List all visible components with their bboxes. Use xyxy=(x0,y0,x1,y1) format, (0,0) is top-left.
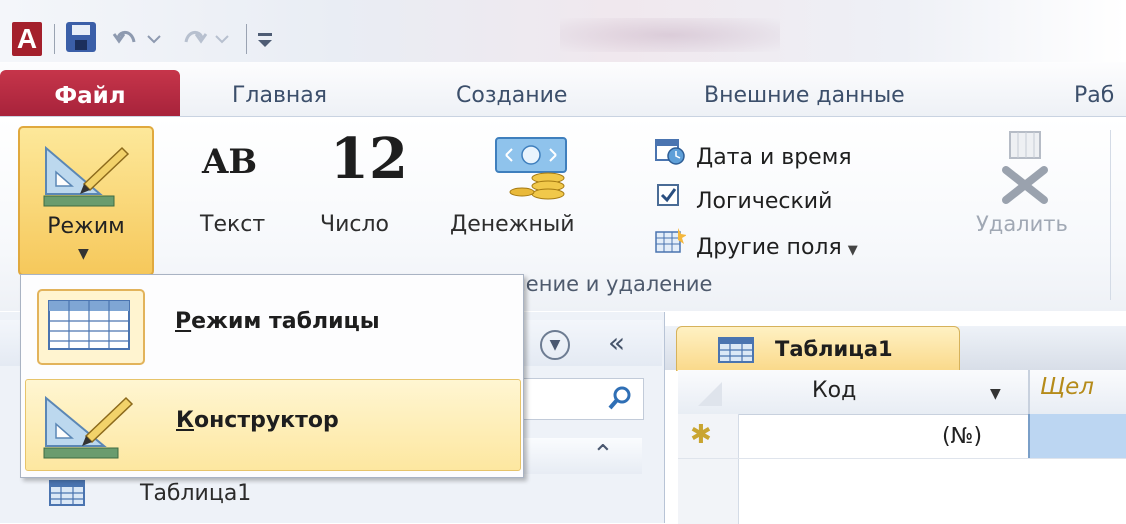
number-field-icon: 12 xyxy=(330,126,408,192)
menu-item-label: Режим таблицы xyxy=(175,309,380,334)
text-field-button[interactable]: AB Текст xyxy=(194,122,294,262)
undo-icon xyxy=(112,31,161,44)
datetime-field-button[interactable]: Дата и время xyxy=(654,136,852,176)
number-field-label: Число xyxy=(320,212,389,237)
view-mode-label: Режим xyxy=(47,214,125,239)
grid-line xyxy=(678,458,1126,459)
view-mode-menu: Режим таблицы Конструктор xyxy=(20,274,524,478)
calendar-clock-icon xyxy=(654,136,686,180)
tab-create[interactable]: Создание xyxy=(456,76,567,116)
redo-button[interactable] xyxy=(178,20,238,56)
table-icon xyxy=(717,335,757,369)
save-button[interactable] xyxy=(66,20,98,56)
design-view-icon xyxy=(40,386,144,466)
menu-item-datasheet-view[interactable]: Режим таблицы xyxy=(25,281,519,371)
column-header-add-field[interactable]: Щел xyxy=(1040,374,1094,400)
chevron-down-icon: ▼ xyxy=(847,243,858,258)
select-all-corner[interactable] xyxy=(678,370,738,414)
currency-icon xyxy=(492,134,584,204)
table-plus-icon xyxy=(654,226,687,270)
boolean-field-label: Логический xyxy=(696,189,833,214)
save-icon xyxy=(66,22,96,52)
tab-home[interactable]: Главная xyxy=(232,76,327,116)
redo-icon xyxy=(184,31,229,44)
tab-table1[interactable]: Таблица1 xyxy=(676,326,960,371)
tab-external-data[interactable]: Внешние данные xyxy=(704,76,905,116)
qat-separator xyxy=(54,24,55,54)
datetime-field-label: Дата и время xyxy=(696,145,852,170)
text-field-icon: AB xyxy=(202,142,258,182)
undo-button[interactable] xyxy=(112,20,172,56)
other-fields-label: Другие поля xyxy=(696,235,842,260)
text-field-label: Текст xyxy=(200,212,266,237)
customize-icon xyxy=(258,33,272,47)
selected-cell[interactable] xyxy=(1028,414,1126,458)
new-record-icon[interactable]: ✱ xyxy=(690,420,712,450)
nav-menu-dropdown[interactable]: ▼ xyxy=(540,330,570,360)
table-icon xyxy=(48,478,88,512)
collapse-pane-icon[interactable]: « xyxy=(608,326,625,359)
view-mode-button[interactable]: Режим ▼ xyxy=(18,126,154,276)
tab-file[interactable]: Файл xyxy=(0,70,180,120)
autonumber-cell[interactable]: (№) xyxy=(942,424,982,449)
delete-column-icon xyxy=(992,130,1062,210)
nav-item-table1[interactable]: Таблица1 xyxy=(48,472,648,516)
number-field-button[interactable]: 12 Число xyxy=(316,122,426,262)
datasheet-view-icon xyxy=(37,289,145,365)
access-logo[interactable]: A xyxy=(12,22,42,56)
chevron-down-icon: ▼ xyxy=(78,246,89,262)
chevron-down-icon[interactable]: ▼ xyxy=(990,386,1001,402)
menu-item-label: Конструктор xyxy=(176,408,339,433)
delete-field-button[interactable]: Удалить xyxy=(970,122,1082,262)
document-tab-label: Таблица1 xyxy=(775,337,893,361)
customize-qat-button[interactable] xyxy=(254,20,278,56)
currency-field-button[interactable]: Денежный xyxy=(448,122,632,262)
currency-field-label: Денежный xyxy=(450,212,575,237)
column-divider xyxy=(1028,370,1030,414)
design-view-icon xyxy=(40,138,132,214)
tab-database-tools[interactable]: Раб xyxy=(1074,76,1114,116)
menu-item-design-view[interactable]: Конструктор xyxy=(25,379,521,471)
other-fields-button[interactable]: Другие поля ▼ xyxy=(654,226,858,266)
column-header-code[interactable]: Код xyxy=(812,378,856,403)
chevron-up-icon[interactable]: ⌃ xyxy=(592,440,614,470)
ribbon-group-separator xyxy=(1110,130,1111,300)
ribbon-group-label: вление и удаление xyxy=(500,272,713,296)
qat-separator xyxy=(246,24,247,54)
boolean-field-button[interactable]: Логический xyxy=(654,180,832,220)
search-icon[interactable] xyxy=(606,384,634,416)
nav-item-label: Таблица1 xyxy=(140,481,252,506)
checkbox-icon xyxy=(654,180,686,224)
delete-field-label: Удалить xyxy=(976,212,1068,236)
